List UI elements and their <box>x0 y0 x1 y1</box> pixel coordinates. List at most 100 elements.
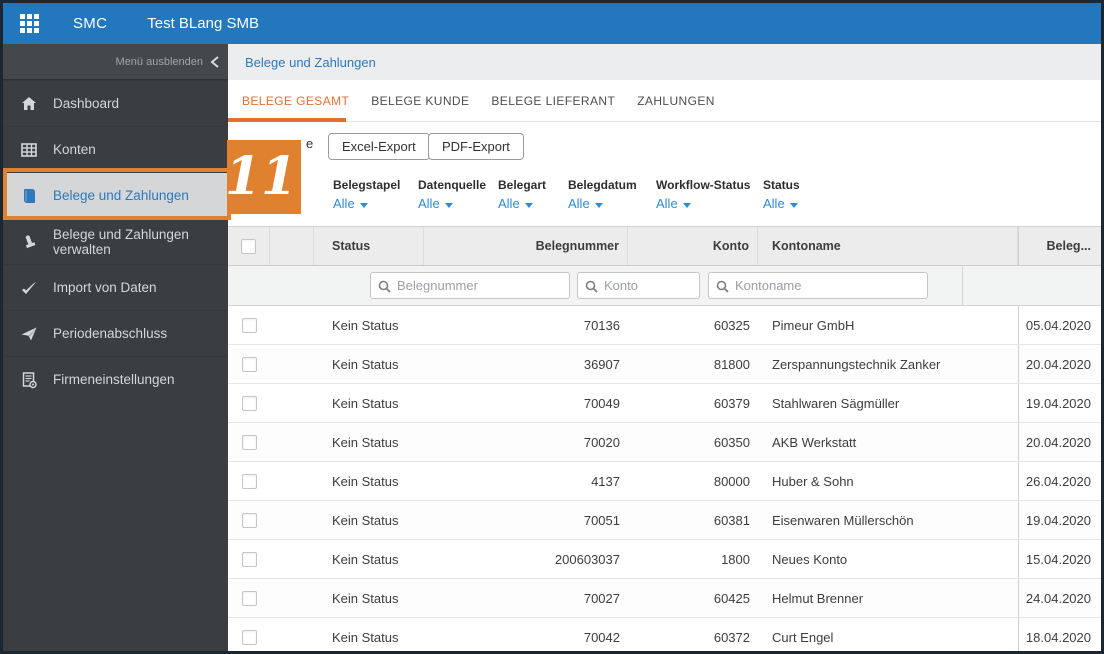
sidebar-item-label: Konten <box>53 142 96 157</box>
header-konto[interactable]: Konto <box>628 227 758 265</box>
header-belegnummer[interactable]: Belegnummer <box>424 227 628 265</box>
cell-kontoname: Neues Konto <box>772 551 848 567</box>
cell-belegdatum: 20.04.2020 <box>1018 345 1101 383</box>
toolbar: e Excel-Export PDF-Export <box>228 122 1101 168</box>
annotation-step-badge: 11 <box>225 140 301 214</box>
company-name[interactable]: Test BLang SMB <box>147 15 259 32</box>
cell-konto: 80000 <box>713 473 750 489</box>
home-icon <box>22 96 36 110</box>
header-status[interactable]: Status <box>314 227 424 265</box>
cell-kontoname: Stahlwaren Sägmüller <box>772 395 900 411</box>
header-kontoname[interactable]: Kontoname <box>758 227 1018 265</box>
sidebar-item-import-von-daten[interactable]: Import von Daten <box>3 264 228 310</box>
filter-row: Belegstapel Alle Datenquelle Alle Belega… <box>228 168 1101 226</box>
filter-label: Belegart <box>498 178 547 192</box>
sidebar-item-konten[interactable]: Konten <box>3 126 228 172</box>
cell-status: Kein Status <box>332 356 399 372</box>
main-content: Belege und Zahlungen BELEGE GESAMT BELEG… <box>228 44 1101 651</box>
search-icon <box>378 280 391 293</box>
pdf-export-button[interactable]: PDF-Export <box>428 133 524 160</box>
sidebar-item-belege-und-zahlungen[interactable]: Belege und Zahlungen <box>3 172 228 218</box>
tab-zahlungen[interactable]: ZAHLUNGEN <box>637 94 715 108</box>
select-all-checkbox[interactable] <box>241 238 256 254</box>
table-row[interactable]: Kein Status 4137 80000 Huber & Sohn 26.0… <box>228 462 1101 501</box>
row-checkbox[interactable] <box>241 551 257 567</box>
sidebar-item-periodenabschluss[interactable]: Periodenabschluss <box>3 310 228 356</box>
cell-belegdatum: 19.04.2020 <box>1018 501 1101 539</box>
table-row[interactable]: Kein Status 70051 60381 Eisenwaren Mülle… <box>228 501 1101 540</box>
paper-plane-icon <box>21 327 37 340</box>
cell-belegnummer: 70042 <box>583 629 620 645</box>
row-checkbox[interactable] <box>241 356 257 372</box>
filter-workflow-status: Workflow-Status Alle <box>656 178 750 211</box>
filter-dropdown[interactable]: Alle <box>763 196 800 211</box>
menu-collapse-button[interactable]: Menü ausblenden <box>3 44 228 80</box>
filter-dropdown[interactable]: Alle <box>498 196 546 211</box>
cell-konto: 60379 <box>713 395 750 411</box>
row-checkbox[interactable] <box>241 434 257 450</box>
cell-status: Kein Status <box>332 629 399 645</box>
tab-belege-kunde[interactable]: BELEGE KUNDE <box>371 94 469 108</box>
menu-collapse-label: Menü ausblenden <box>115 55 203 68</box>
row-checkbox[interactable] <box>241 512 257 528</box>
chevron-down-icon <box>524 203 533 208</box>
search-icon <box>585 280 598 293</box>
filter-dropdown[interactable]: Alle <box>333 196 400 211</box>
app-name[interactable]: SMC <box>73 15 107 32</box>
search-kontoname-input[interactable] <box>708 272 928 299</box>
table-row[interactable]: Kein Status 200603037 1800 Neues Konto 1… <box>228 540 1101 579</box>
table-row[interactable]: Kein Status 70020 60350 AKB Werkstatt 20… <box>228 423 1101 462</box>
filter-label: Datenquelle <box>418 178 487 192</box>
cell-kontoname: Eisenwaren Müllerschön <box>772 512 914 528</box>
cell-status: Kein Status <box>332 434 399 450</box>
cell-status: Kein Status <box>332 590 399 606</box>
row-checkbox[interactable] <box>241 473 257 489</box>
filter-belegstapel: Belegstapel Alle <box>333 178 400 211</box>
cell-belegnummer: 70136 <box>583 317 620 333</box>
sidebar-item-belege-und-zahlungen-verwalten[interactable]: Belege und Zahlungen verwalten <box>3 218 228 264</box>
table-row[interactable]: Kein Status 70049 60379 Stahlwaren Sägmü… <box>228 384 1101 423</box>
table-body: Kein Status 70136 60325 Pimeur GmbH 05.0… <box>228 306 1101 651</box>
cell-belegdatum: 19.04.2020 <box>1018 384 1101 422</box>
search-belegnummer-input[interactable] <box>370 272 570 299</box>
chevron-down-icon <box>789 203 798 208</box>
filter-dropdown[interactable]: Alle <box>568 196 637 211</box>
row-checkbox[interactable] <box>241 590 257 606</box>
header-belegdatum[interactable]: Beleg... <box>1018 227 1101 265</box>
cell-kontoname: Zerspannungstechnik Zanker <box>772 356 941 372</box>
filter-label: Workflow-Status <box>656 178 751 192</box>
book-icon <box>24 188 35 203</box>
app-grid-icon[interactable] <box>20 13 40 34</box>
filter-belegart: Belegart Alle <box>498 178 546 211</box>
cell-belegdatum: 05.04.2020 <box>1018 306 1101 344</box>
sidebar-item-label: Import von Daten <box>53 280 157 295</box>
tab-belege-gesamt[interactable]: BELEGE GESAMT <box>242 94 349 108</box>
table-row[interactable]: Kein Status 70027 60425 Helmut Brenner 2… <box>228 579 1101 618</box>
row-checkbox[interactable] <box>241 395 257 411</box>
cell-belegdatum: 18.04.2020 <box>1018 618 1101 651</box>
breadcrumb-title[interactable]: Belege und Zahlungen <box>245 55 376 70</box>
row-checkbox[interactable] <box>241 629 257 645</box>
filter-datenquelle: Datenquelle Alle <box>418 178 486 211</box>
excel-export-button[interactable]: Excel-Export <box>328 133 430 160</box>
filter-dropdown[interactable]: Alle <box>418 196 486 211</box>
row-checkbox[interactable] <box>241 317 257 333</box>
cell-kontoname: AKB Werkstatt <box>772 434 857 450</box>
cell-status: Kein Status <box>332 473 399 489</box>
table-row[interactable]: Kein Status 70136 60325 Pimeur GmbH 05.0… <box>228 306 1101 345</box>
sidebar-item-label: Periodenabschluss <box>53 326 168 341</box>
sidebar-item-firmeneinstellungen[interactable]: Firmeneinstellungen <box>3 356 228 402</box>
sidebar-item-dashboard[interactable]: Dashboard <box>3 80 228 126</box>
chevron-down-icon <box>594 203 603 208</box>
search-icon <box>716 280 729 293</box>
cell-belegnummer: 70027 <box>583 590 620 606</box>
cell-status: Kein Status <box>332 551 399 567</box>
partially-obscured-button[interactable]: e <box>306 136 313 151</box>
cell-status: Kein Status <box>332 395 399 411</box>
table-row[interactable]: Kein Status 70042 60372 Curt Engel 18.04… <box>228 618 1101 651</box>
filter-dropdown[interactable]: Alle <box>656 196 750 211</box>
chevron-left-icon <box>210 55 219 68</box>
tab-belege-lieferant[interactable]: BELEGE LIEFERANT <box>491 94 615 108</box>
sidebar-item-label: Belege und Zahlungen <box>53 188 189 203</box>
table-row[interactable]: Kein Status 36907 81800 Zerspannungstech… <box>228 345 1101 384</box>
